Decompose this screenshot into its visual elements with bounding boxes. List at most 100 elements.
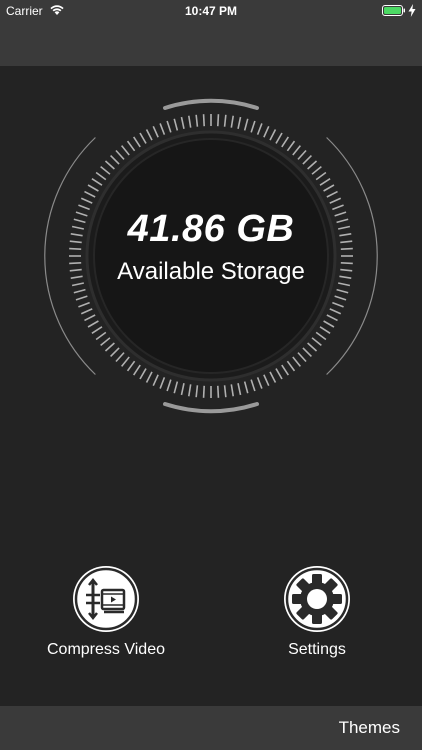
gauge-tick — [297, 352, 307, 363]
gauge-tick — [100, 337, 111, 346]
gauge-tick — [329, 197, 342, 204]
gauge-tick — [263, 374, 270, 387]
gauge-tick — [315, 171, 327, 181]
gauge-face — [93, 138, 329, 374]
gauge-tick — [243, 381, 249, 394]
gauge-tick — [73, 288, 86, 294]
compress-video-circle[interactable] — [73, 566, 139, 632]
gauge-tick — [250, 379, 256, 392]
gauge-tick — [237, 116, 242, 130]
gauge-tick — [80, 308, 93, 315]
gauge-tick — [292, 145, 301, 156]
gauge-tick — [115, 149, 125, 160]
gauge-tick — [80, 197, 93, 204]
gauge-tick — [121, 356, 130, 367]
gauge-tick — [75, 295, 88, 301]
gauge-tick — [104, 160, 115, 170]
gauge-tick — [256, 123, 263, 135]
gauge-tick — [269, 129, 277, 141]
gauge-tick — [223, 385, 227, 398]
charging-bolt-icon — [408, 4, 416, 17]
gauge-tick — [323, 184, 335, 192]
compress-video-label: Compress Video — [47, 641, 165, 658]
gauge-tick — [281, 136, 290, 148]
gauge-tick — [286, 360, 296, 372]
gauge-tick — [195, 114, 199, 127]
gauge-tick — [95, 331, 107, 341]
status-time: 10:47 PM — [184, 4, 238, 18]
battery-icon — [382, 5, 405, 16]
gauge-tick — [217, 385, 220, 398]
gear-icon — [285, 567, 349, 631]
gauge-tick — [132, 136, 141, 148]
gauge-tick — [336, 288, 349, 294]
gauge-tick — [180, 382, 185, 396]
gauge-tick — [187, 115, 192, 128]
gauge-tick — [202, 114, 205, 127]
gauge-tick — [104, 342, 115, 352]
gauge-tick — [302, 347, 312, 357]
gauge-tick — [152, 125, 159, 138]
gauge-tick — [230, 115, 235, 128]
gauge-tick — [180, 116, 185, 130]
gauge-tick — [78, 301, 90, 308]
gauge-tick — [311, 166, 322, 175]
compress-video-icon — [74, 567, 138, 631]
available-storage-value: 41.86 GB — [127, 208, 295, 250]
gauge-tick — [275, 368, 283, 380]
gauge-tick — [173, 118, 179, 131]
gauge-tick — [159, 123, 166, 135]
settings-circle[interactable] — [284, 566, 350, 632]
gauge-tick — [329, 308, 342, 315]
gauge-tick — [202, 385, 205, 398]
bottom-toolbar: Themes — [0, 706, 422, 750]
storage-gauge — [44, 98, 378, 414]
gauge-tick — [166, 379, 172, 392]
gauge-tick — [217, 114, 220, 127]
gauge-tick — [315, 331, 327, 341]
gauge-tick — [145, 129, 153, 141]
gauge-tick — [166, 120, 172, 133]
gauge-tick — [84, 190, 96, 198]
gauge-tick — [311, 337, 322, 346]
gauge-tick — [307, 160, 318, 170]
themes-button[interactable]: Themes — [339, 718, 400, 738]
gauge-tick — [139, 132, 147, 144]
gauge-tick — [87, 184, 99, 192]
gauge-tick — [95, 171, 107, 181]
gauge-tick — [173, 381, 179, 394]
gauge-tick — [292, 356, 301, 367]
gauge-tick — [286, 140, 296, 152]
settings-button[interactable]: Settings — [237, 566, 397, 659]
gauge-tick — [307, 342, 318, 352]
gauge-tick — [110, 347, 120, 357]
gauge-tick — [281, 364, 290, 376]
gauge-tick — [132, 364, 141, 376]
status-bar: Carrier 10:47 PM — [0, 0, 422, 22]
gauge-tick — [269, 371, 277, 383]
gauge-tick — [91, 177, 103, 186]
gauge-tick — [159, 377, 166, 389]
gauge-tick — [319, 326, 331, 335]
gauge-tick — [302, 155, 312, 165]
navigation-bar — [0, 22, 422, 66]
gauge-tick — [139, 368, 147, 380]
gauge-tick — [263, 125, 270, 138]
gauge-tick — [332, 301, 344, 308]
gauge-tick — [187, 384, 192, 397]
gauge-top-arc — [163, 98, 259, 110]
gauge-tick — [326, 314, 338, 322]
gauge-tick — [326, 190, 338, 198]
gauge-tick — [275, 132, 283, 144]
gauge-tick — [87, 320, 99, 328]
gauge-tick — [195, 385, 199, 398]
gauge-tick — [91, 326, 103, 335]
gauge-tick — [152, 374, 159, 387]
app-screen: Carrier 10:47 PM 41.86 GB Available Stor… — [0, 0, 422, 750]
compress-video-button[interactable]: Compress Video — [26, 566, 186, 659]
available-storage-label: Available Storage — [117, 258, 305, 285]
gauge-tick — [243, 118, 249, 131]
gauge-tick — [334, 295, 347, 301]
gauge-tick — [297, 149, 307, 160]
gauge-tick — [223, 114, 227, 127]
